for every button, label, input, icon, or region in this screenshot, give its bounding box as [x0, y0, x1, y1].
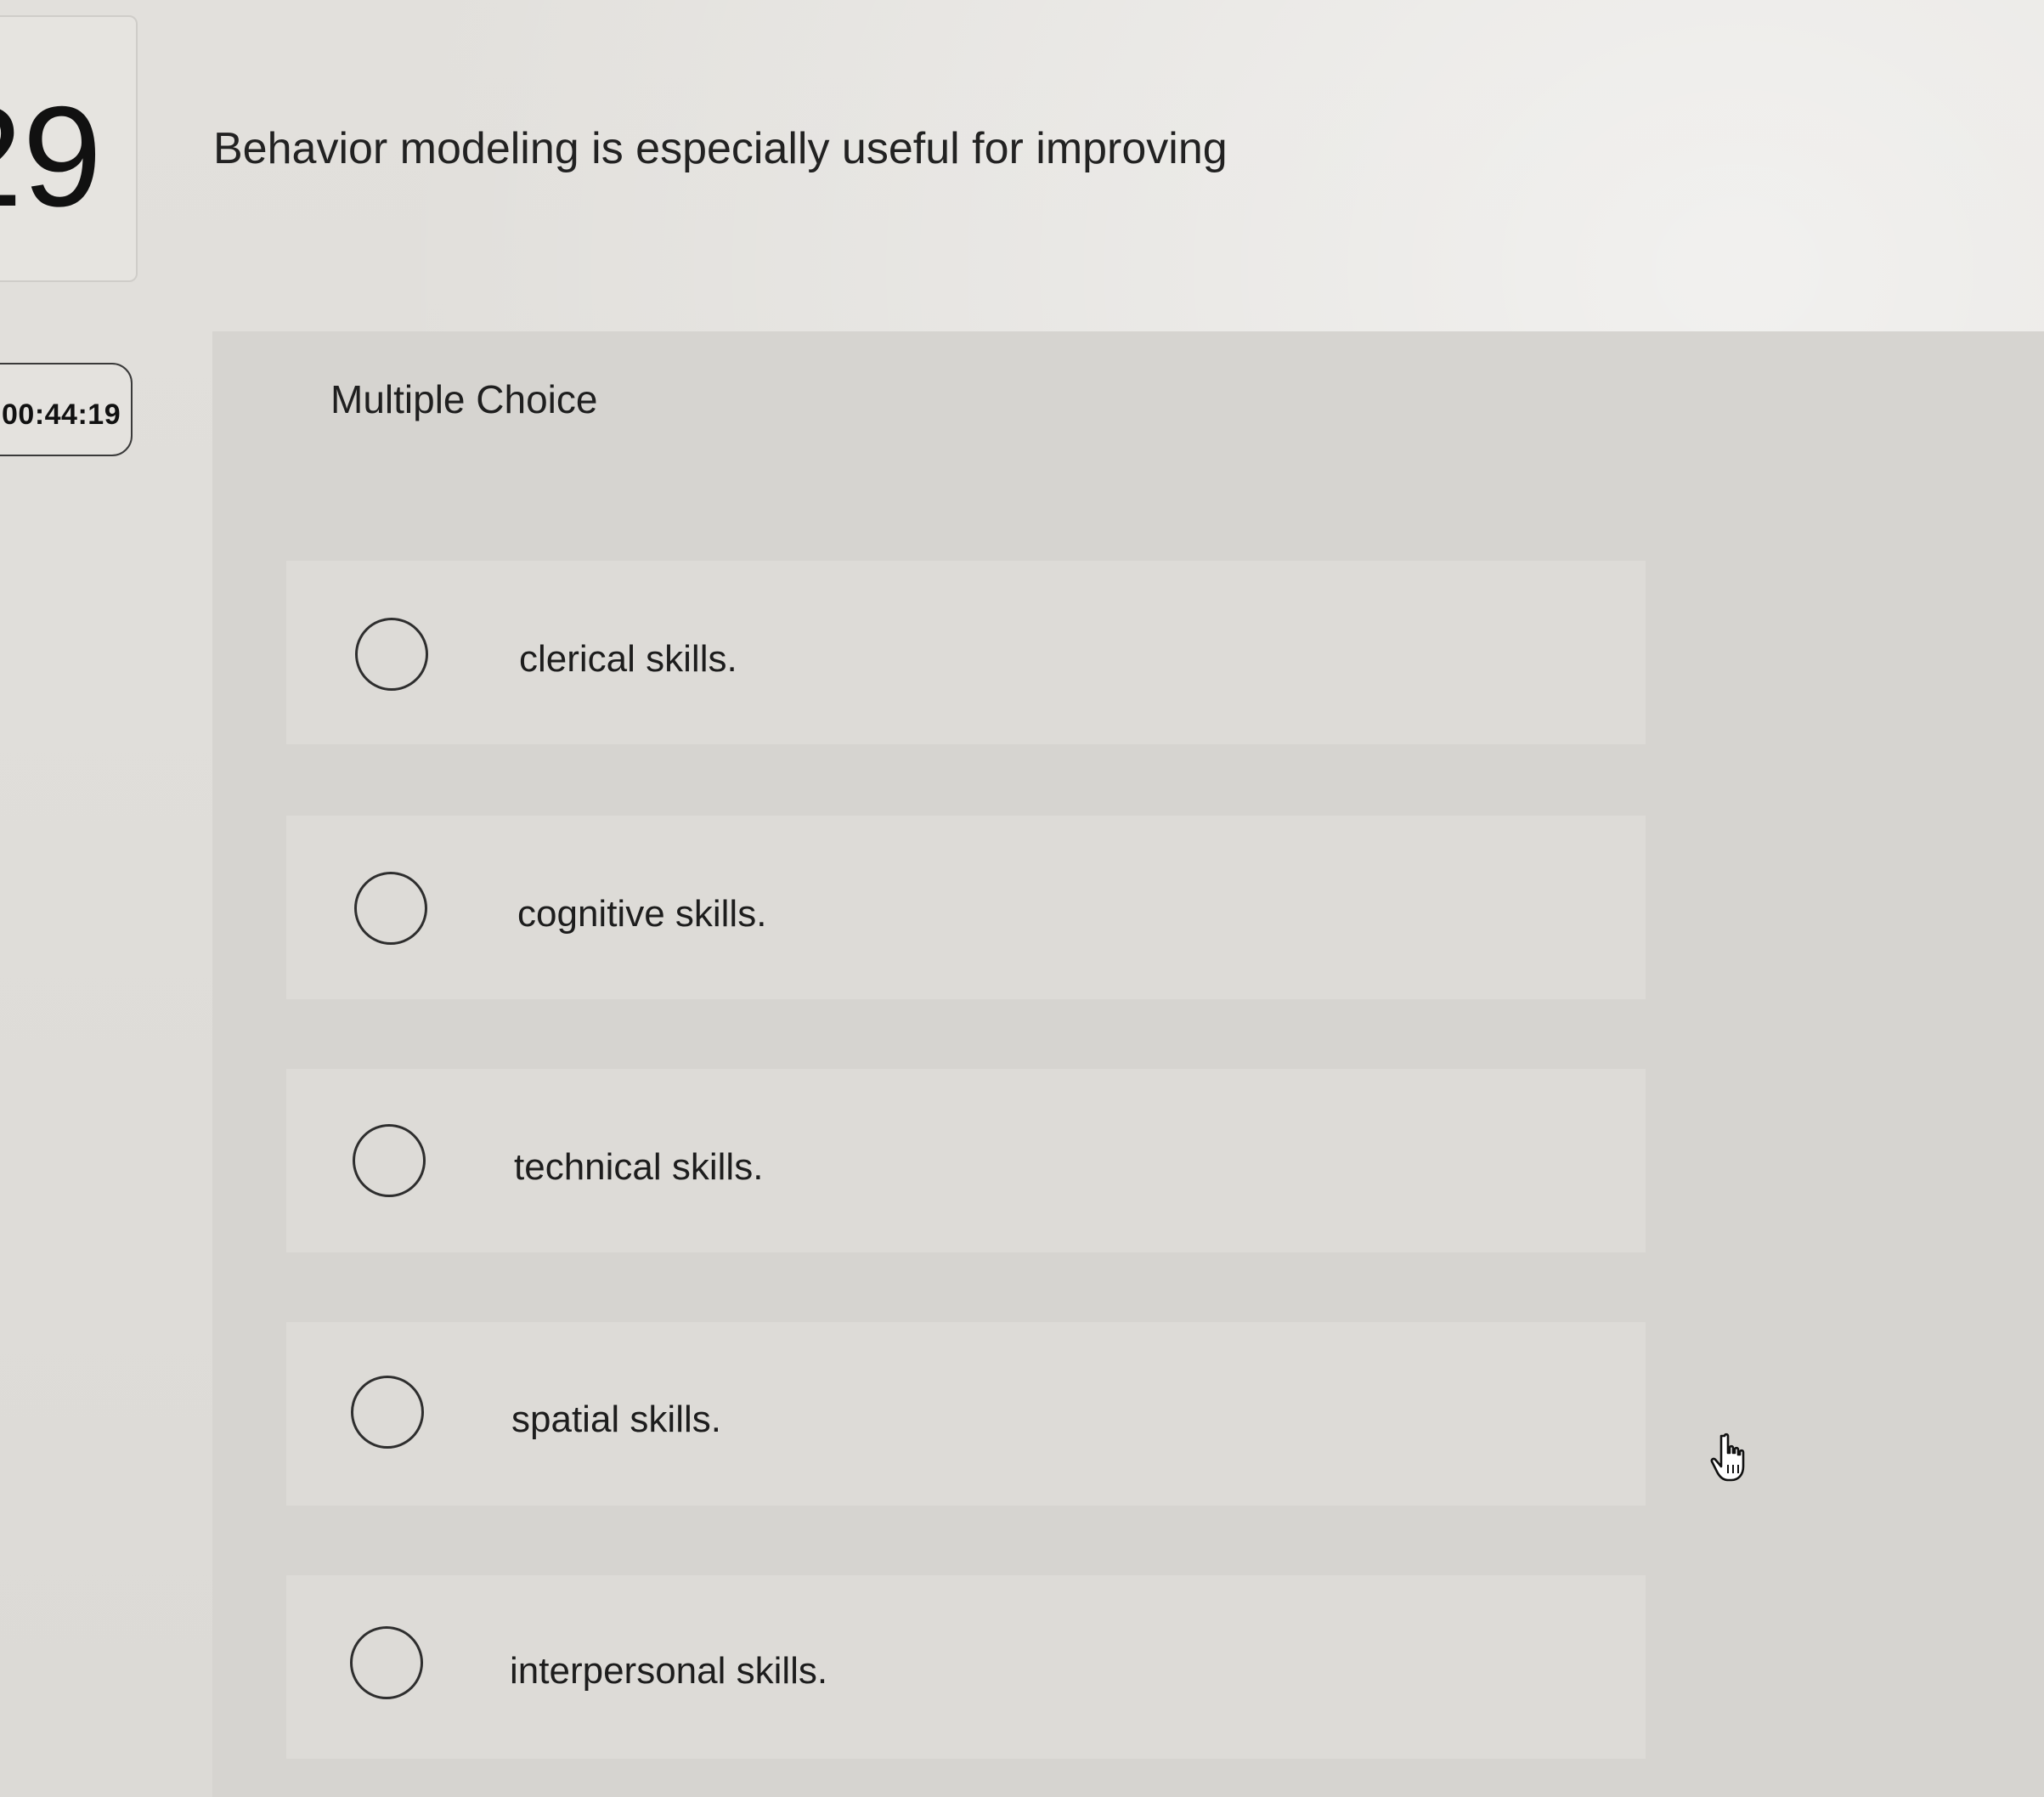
answer-option-cognitive[interactable]: cognitive skills.: [286, 816, 1646, 999]
quiz-page: 29 00:44:19 Behavior modeling is especia…: [0, 0, 2044, 1797]
option-label: clerical skills.: [519, 638, 737, 680]
answer-option-technical[interactable]: technical skills.: [286, 1069, 1646, 1252]
option-label: technical skills.: [514, 1146, 764, 1188]
answer-option-clerical[interactable]: clerical skills.: [286, 561, 1646, 744]
hand-pointer-icon: [1710, 1433, 1745, 1482]
question-number: 29: [0, 76, 102, 236]
question-number-box: 29: [0, 15, 138, 282]
option-label: cognitive skills.: [517, 893, 767, 935]
answer-option-spatial[interactable]: spatial skills.: [286, 1322, 1646, 1506]
question-text: Behavior modeling is especially useful f…: [213, 124, 1228, 173]
timer-badge: 00:44:19: [0, 363, 133, 456]
radio-unselected-icon[interactable]: [353, 1124, 426, 1197]
option-label: spatial skills.: [511, 1399, 721, 1440]
radio-unselected-icon[interactable]: [351, 1376, 424, 1449]
question-type-label: Multiple Choice: [330, 377, 598, 421]
answer-option-interpersonal[interactable]: interpersonal skills.: [286, 1575, 1646, 1759]
timer-text: 00:44:19: [2, 398, 121, 431]
radio-unselected-icon[interactable]: [355, 618, 428, 691]
option-label: interpersonal skills.: [510, 1650, 828, 1692]
radio-unselected-icon[interactable]: [350, 1626, 423, 1699]
radio-unselected-icon[interactable]: [354, 872, 427, 945]
